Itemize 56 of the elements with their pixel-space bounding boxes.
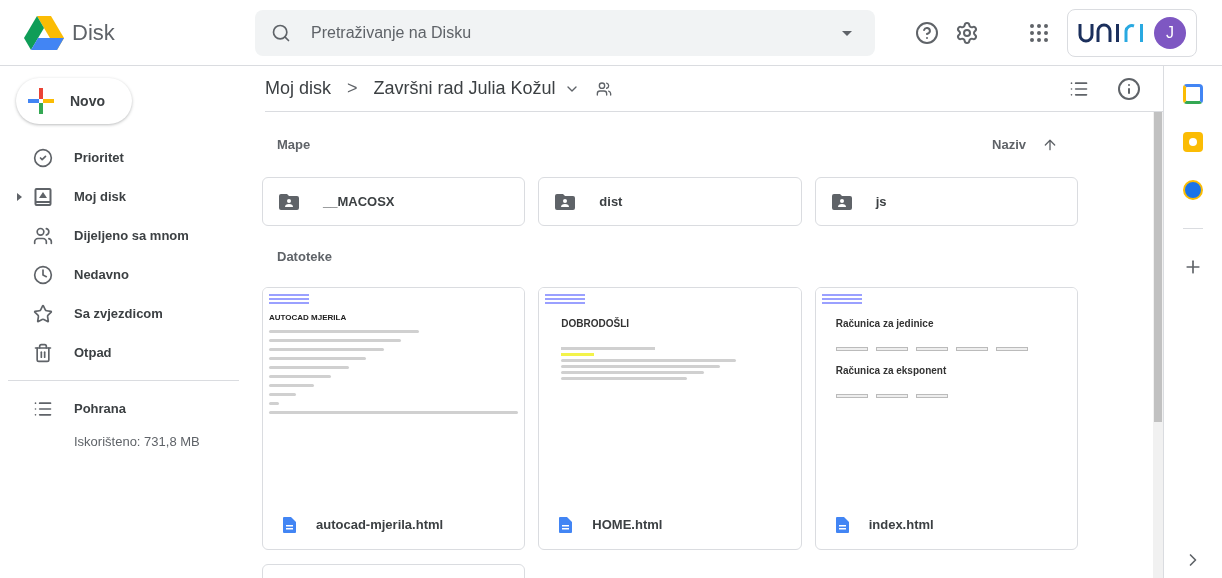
star-icon (33, 303, 53, 324)
breadcrumb-link[interactable]: Moj disk (265, 75, 331, 102)
sidebar-item[interactable]: Dijeljeno sa mnom (0, 216, 255, 255)
avatar: J (1154, 16, 1186, 49)
thumbnail-heading: Računica za eksponent (835, 364, 948, 378)
storage-usage: Iskorišteno: 731,8 MB (74, 433, 201, 451)
settings-icon[interactable] (955, 20, 979, 45)
drive-icon (33, 186, 53, 207)
file-card[interactable]: DOBRODOŠLI HOME.html (538, 287, 802, 550)
shared-folder-icon (279, 193, 299, 210)
shared-folder-icon (831, 193, 852, 210)
section-title: Datoteke (277, 247, 332, 266)
document-icon (559, 516, 573, 533)
file-card[interactable]: Računica za jedinice Računica za eksponent index.html (814, 287, 1078, 550)
folder-card[interactable]: __MACOSX (262, 177, 526, 226)
people-icon (33, 225, 53, 246)
sidebar-item[interactable]: Sa zvjezdicom (0, 294, 255, 333)
trash-icon (33, 342, 53, 363)
search-field[interactable]: Pretraživanje na Disku (255, 9, 875, 56)
search-icon (271, 22, 291, 43)
drive-logo-icon (24, 15, 64, 50)
sidebar-item[interactable]: Moj disk (0, 177, 255, 216)
thumbnail-heading: AUTOCAD MJERILA (269, 312, 348, 324)
info-icon[interactable] (1117, 76, 1141, 101)
shared-folder-icon (555, 193, 576, 210)
clock-icon (33, 264, 53, 285)
thumbnail-heading: DOBRODOŠLI (561, 316, 631, 331)
sidebar-item[interactable]: Pohrana (0, 389, 255, 428)
help-icon[interactable] (915, 20, 939, 45)
breadcrumb-separator: > (347, 77, 358, 100)
expand-arrow-icon[interactable] (17, 192, 22, 201)
people-icon (595, 80, 612, 97)
document-icon (283, 516, 296, 533)
new-button[interactable]: Novo (16, 78, 132, 124)
file-name: index.html (868, 515, 934, 534)
sort-label[interactable]: Naziv (992, 134, 1026, 155)
section-title: Mape (277, 135, 311, 154)
plus-icon (28, 88, 54, 114)
scrollbar[interactable] (1153, 112, 1163, 578)
tasks-icon[interactable] (1183, 180, 1203, 200)
document-icon (835, 516, 849, 533)
file-card[interactable]: AUTOCAD MJERILA autocad-mjerila.html (262, 287, 526, 550)
thumbnail-heading: Računica za jedinice (835, 317, 935, 331)
app-name: Disk (72, 19, 115, 47)
file-name: HOME.html (592, 515, 663, 534)
sidebar-item[interactable]: Nedavno (0, 255, 255, 294)
folder-card[interactable]: dist (538, 177, 802, 226)
file-name: autocad-mjerila.html (316, 515, 444, 534)
sidebar-item[interactable]: Prioritet (0, 138, 255, 177)
calendar-icon[interactable] (1183, 84, 1203, 104)
account-badge[interactable]: J (1067, 8, 1197, 57)
folder-card[interactable]: js (814, 177, 1078, 226)
dropdown-arrow-icon[interactable] (842, 30, 852, 36)
check-icon (33, 147, 53, 168)
current-folder-title[interactable]: Završni rad Julia Kožul (373, 75, 556, 102)
sidebar-item[interactable]: Otpad (0, 333, 255, 372)
